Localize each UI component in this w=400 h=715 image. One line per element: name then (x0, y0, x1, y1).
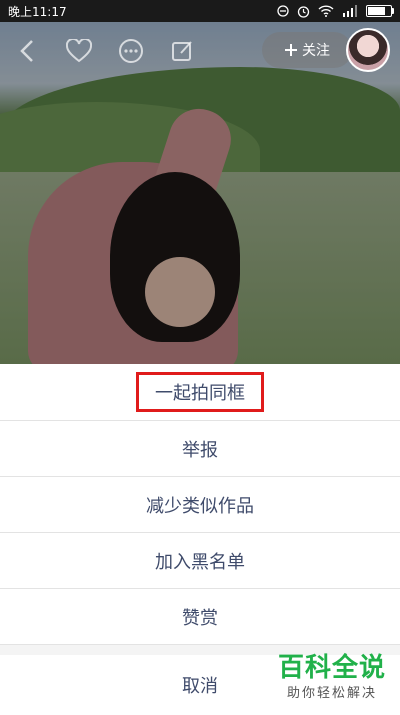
avatar[interactable] (346, 28, 390, 72)
sheet-item-show-less[interactable]: 减少类似作品 (0, 477, 400, 533)
status-time: 晚上11:17 (8, 4, 67, 19)
plus-icon (285, 44, 297, 56)
wifi-icon (318, 5, 334, 17)
watermark-title: 百科全说 (277, 653, 386, 683)
sheet-item-reward[interactable]: 赞赏 (0, 589, 400, 645)
edit-icon (172, 41, 192, 61)
battery-icon (366, 5, 394, 17)
back-button[interactable] (12, 36, 42, 66)
alarm-icon (297, 5, 310, 18)
like-button[interactable] (64, 36, 94, 66)
video-player[interactable]: 关注 (0, 22, 400, 364)
sheet-item-label: 减少类似作品 (146, 495, 254, 517)
heart-icon (66, 39, 92, 63)
follow-label: 关注 (302, 43, 330, 59)
watermark: 百科全说 助你轻松解决 (278, 647, 386, 701)
sheet-item-label: 赞赏 (182, 607, 218, 629)
sheet-item-label: 举报 (182, 439, 218, 461)
status-icons (277, 5, 394, 18)
watermark-subtitle: 助你轻松解决 (286, 686, 377, 701)
video-toolbar (12, 36, 198, 66)
dim-overlay (0, 22, 400, 364)
chevron-left-icon (20, 40, 33, 62)
signal-icon (343, 5, 357, 17)
edit-button[interactable] (168, 36, 198, 66)
dnd-icon (277, 5, 289, 17)
more-icon (119, 39, 143, 63)
sheet-item-blacklist[interactable]: 加入黑名单 (0, 533, 400, 589)
follow-button[interactable]: 关注 (262, 32, 352, 68)
sheet-item-duet[interactable]: 一起拍同框 (0, 364, 400, 421)
sheet-item-report[interactable]: 举报 (0, 421, 400, 477)
sheet-item-label: 加入黑名单 (155, 551, 245, 573)
cancel-label: 取消 (182, 676, 218, 697)
more-button[interactable] (116, 36, 146, 66)
status-bar: 晚上11:17 (0, 0, 400, 22)
highlight-box: 一起拍同框 (136, 372, 264, 412)
